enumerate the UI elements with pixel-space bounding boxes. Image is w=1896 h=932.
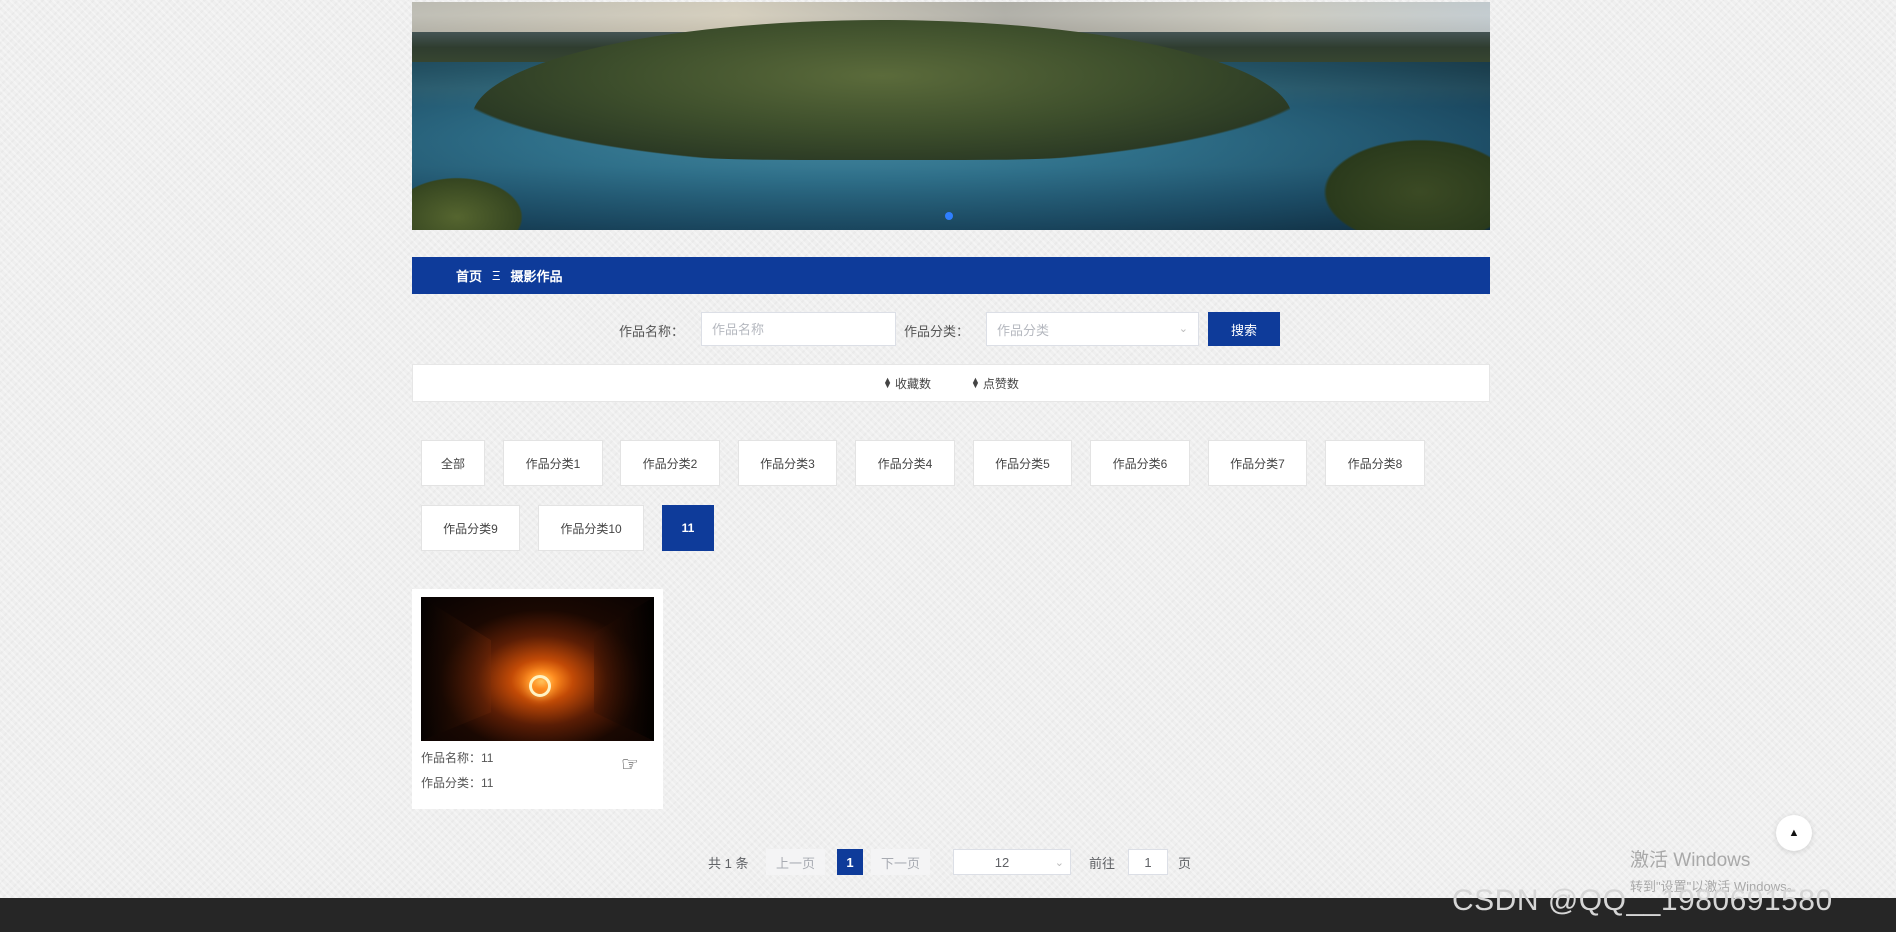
work-name: 作品名称：11 — [421, 749, 493, 766]
banner-carousel[interactable] — [412, 2, 1490, 230]
category-chip-4[interactable]: 作品分类4 — [855, 440, 955, 486]
category-chip-5[interactable]: 作品分类5 — [973, 440, 1072, 486]
csdn-watermark: CSDN @QQ__1980691580 — [1452, 884, 1833, 917]
prev-page-button[interactable]: 上一页 — [766, 849, 826, 875]
pagination-total: 共 1 条 — [708, 855, 749, 871]
page-size-value: 12 — [994, 854, 1010, 870]
work-name-value: 11 — [481, 751, 494, 765]
page-size-select[interactable]: 12 ⌄ — [953, 849, 1071, 875]
chevron-down-icon: ⌄ — [1178, 323, 1188, 335]
work-category-value: 11 — [481, 776, 494, 790]
carousel-indicator-dot[interactable] — [945, 212, 953, 220]
category-chip-8[interactable]: 作品分类8 — [1325, 440, 1425, 486]
breadcrumb: 首页 Ξ 摄影作品 — [412, 257, 1490, 294]
pagination: 共 1 条 上一页 1 下一页 12 ⌄ 前往 1 页 — [0, 849, 1896, 875]
chevron-down-icon: ⌄ — [1054, 856, 1064, 869]
category-chip-3[interactable]: 作品分类3 — [738, 440, 837, 486]
sort-likes-label: 点赞数 — [982, 376, 1019, 391]
category-chip-7[interactable]: 作品分类7 — [1208, 440, 1307, 486]
banner-hill — [472, 20, 1292, 160]
work-category-label: 作品分类： — [421, 776, 482, 790]
search-form: 作品名称： 作品分类： 作品分类 ⌄ 搜索 — [0, 312, 1896, 346]
category-chip-11[interactable]: 11 — [662, 505, 714, 551]
work-category-placeholder: 作品分类 — [997, 322, 1050, 338]
breadcrumb-home[interactable]: 首页 — [456, 266, 482, 285]
work-thumbnail[interactable] — [421, 597, 654, 741]
category-chip-10[interactable]: 作品分类10 — [538, 505, 644, 551]
work-category-label: 作品分类： — [904, 324, 970, 339]
page-number-current[interactable]: 1 — [837, 849, 863, 875]
next-page-button[interactable]: 下一页 — [871, 849, 931, 875]
sort-bar: ▲ ▼ 收藏数 ▲ ▼ 点赞数 — [412, 364, 1490, 402]
category-chip-all[interactable]: 全部 — [421, 440, 485, 486]
windows-activation-title: 激活 Windows — [1630, 850, 1751, 871]
category-chip-1[interactable]: 作品分类1 — [503, 440, 603, 486]
breadcrumb-separator-icon: Ξ — [492, 268, 501, 283]
caret-up-icon: ▲ — [1788, 827, 1800, 839]
thumbnail-shade — [421, 597, 491, 741]
category-chip-9[interactable]: 作品分类9 — [421, 505, 520, 551]
sort-by-likes[interactable]: ▲ ▼ 点赞数 — [971, 375, 1019, 392]
hand-cursor-icon: ☞ — [621, 754, 639, 776]
work-category-select[interactable]: 作品分类 ⌄ — [986, 312, 1199, 346]
work-name-input[interactable] — [701, 312, 896, 346]
category-chip-2[interactable]: 作品分类2 — [620, 440, 720, 486]
sort-favorites-label: 收藏数 — [894, 376, 931, 391]
breadcrumb-current: 摄影作品 — [510, 269, 563, 284]
sort-icon: ▲ ▼ — [883, 375, 892, 390]
category-chip-6[interactable]: 作品分类6 — [1090, 440, 1190, 486]
work-name-label: 作品名称： — [421, 751, 482, 765]
goto-label: 前往 — [1089, 855, 1116, 871]
work-name-label: 作品名称： — [619, 324, 685, 339]
goto-page-input[interactable]: 1 — [1128, 849, 1168, 875]
work-category: 作品分类：11 — [421, 774, 493, 791]
page-unit-label: 页 — [1178, 855, 1192, 871]
sort-icon: ▲ ▼ — [971, 375, 980, 390]
sort-by-favorites[interactable]: ▲ ▼ 收藏数 — [883, 375, 931, 392]
thumbnail-light-ring — [529, 675, 551, 697]
search-button[interactable]: 搜索 — [1208, 312, 1280, 346]
thumbnail-shade — [594, 597, 654, 741]
